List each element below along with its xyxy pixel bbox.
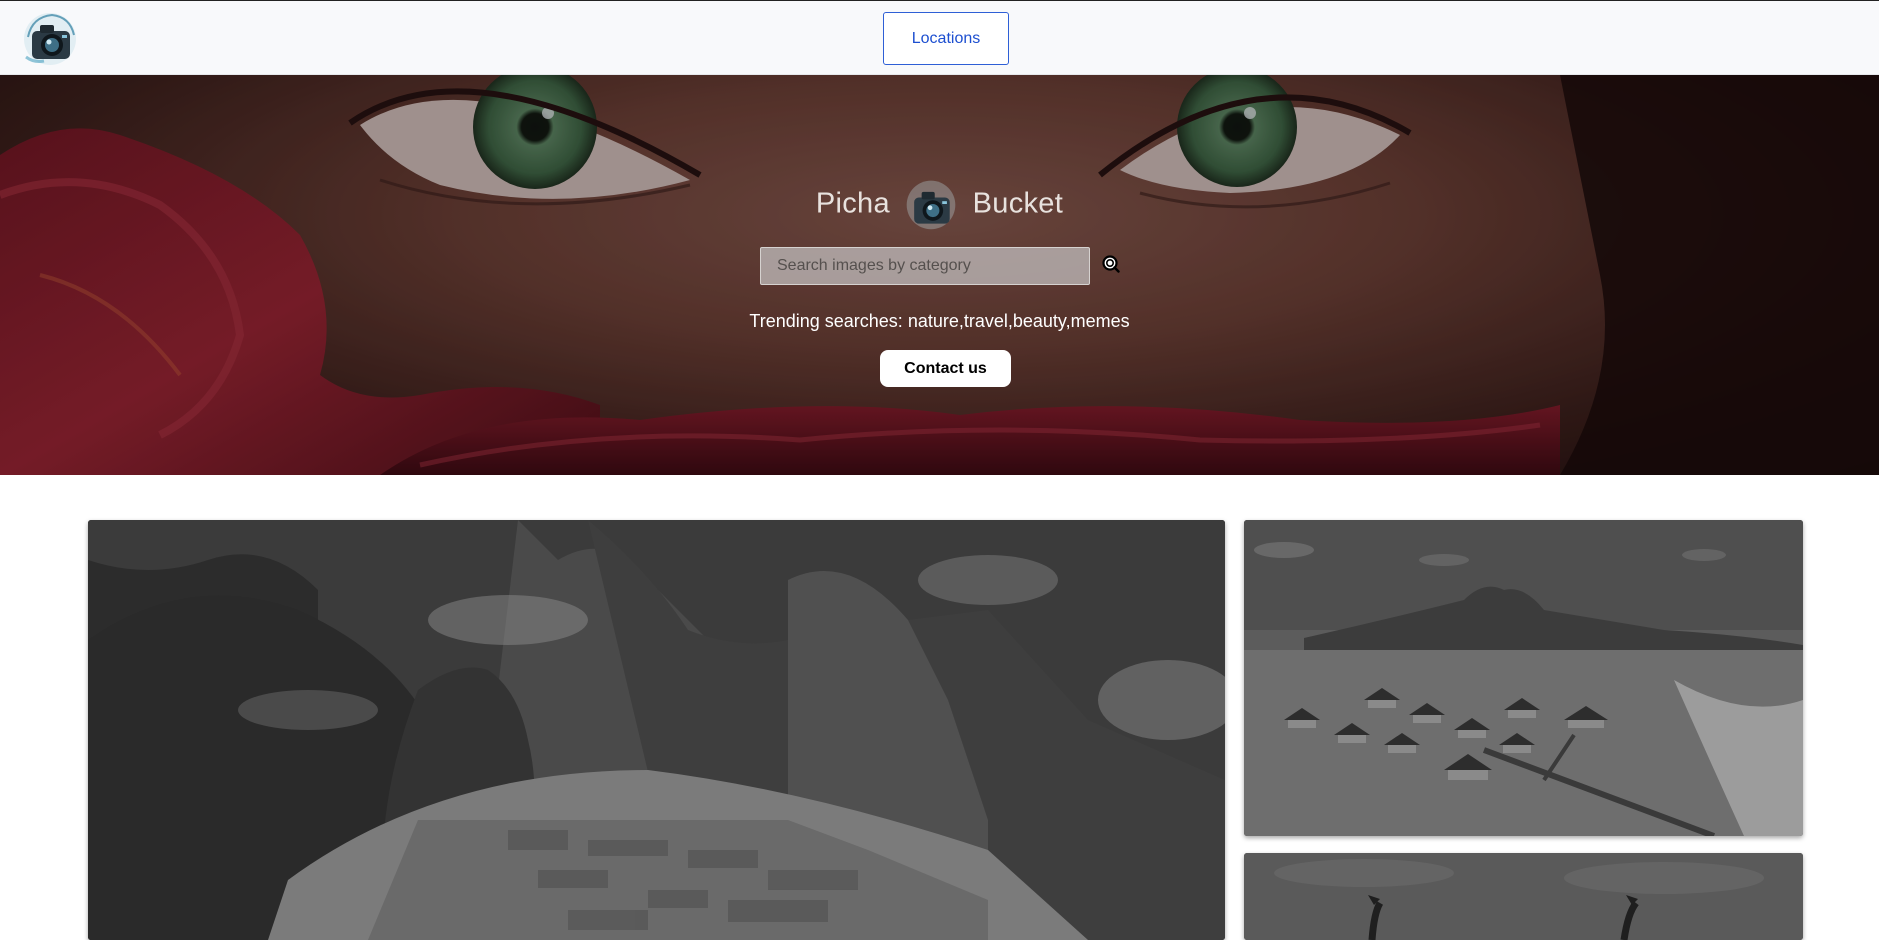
- camera-icon[interactable]: [22, 7, 78, 69]
- locations-button[interactable]: Locations: [883, 12, 1009, 65]
- search-icon[interactable]: [1102, 255, 1120, 273]
- camera-icon: [906, 180, 956, 230]
- navbar: Locations: [0, 1, 1879, 75]
- contact-us-button[interactable]: Contact us: [880, 350, 1011, 387]
- search-input[interactable]: [760, 247, 1090, 285]
- gallery-card[interactable]: [1244, 520, 1803, 836]
- palm-trees-image: [1244, 853, 1803, 940]
- trending-searches: Trending searches: nature,travel,beauty,…: [0, 311, 1879, 332]
- trending-terms: nature,travel,beauty,memes: [907, 311, 1130, 331]
- title-right: Bucket: [972, 187, 1064, 220]
- gallery-card[interactable]: [88, 520, 1225, 940]
- trending-label: Trending searches:: [749, 311, 903, 331]
- gallery-card[interactable]: [1244, 853, 1803, 940]
- overwater-bungalows-image: [1244, 520, 1803, 836]
- title-left: Picha: [815, 187, 890, 220]
- hero-banner: Picha Bucket Trending searches: nature,t…: [0, 75, 1879, 475]
- site-title: Picha Bucket: [0, 175, 1879, 233]
- mountain-ruins-image: [88, 520, 1225, 940]
